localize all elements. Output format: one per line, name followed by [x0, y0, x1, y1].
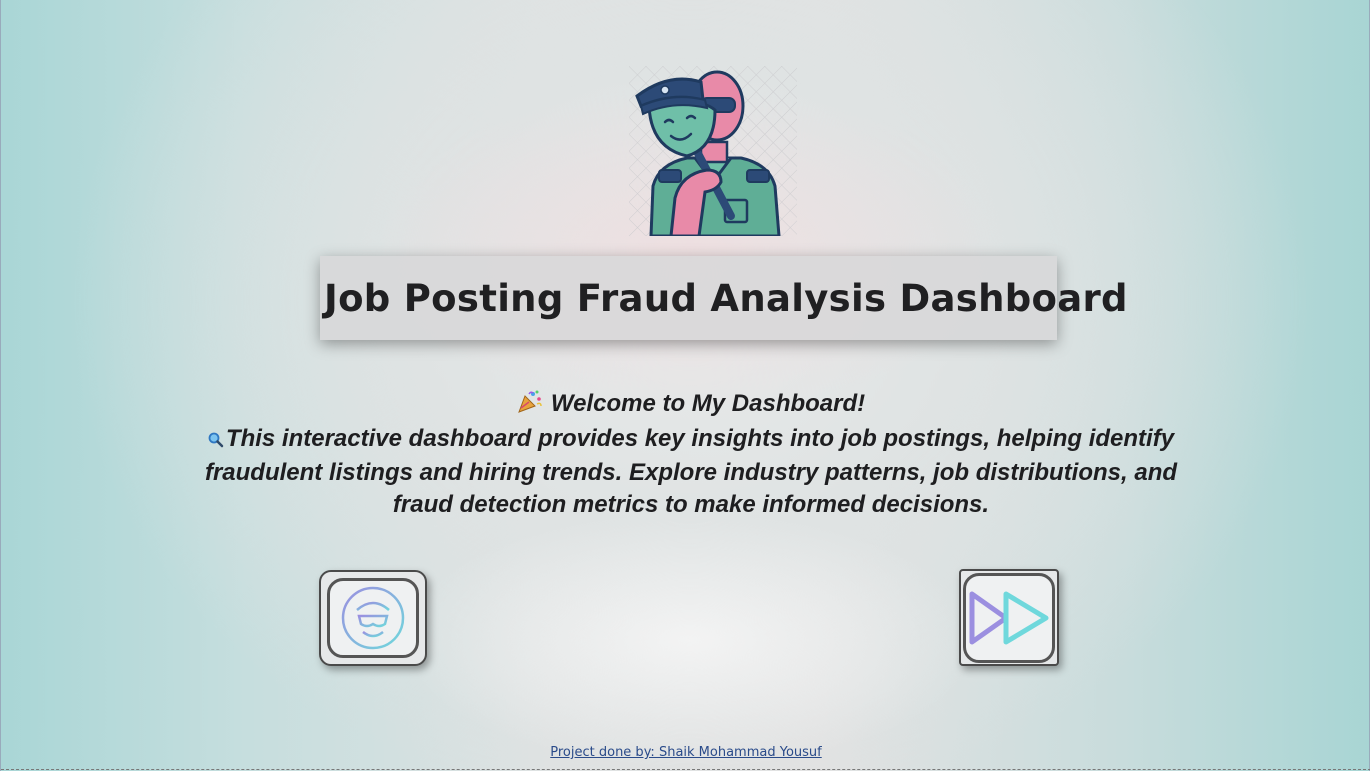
- author-credit-link[interactable]: Project done by: Shaik Mohammad Yousuf: [1, 745, 1370, 760]
- title-banner: Job Posting Fraud Analysis Dashboard: [320, 256, 1128, 340]
- welcome-section: Welcome to My Dashboard! This interactiv…: [201, 388, 1181, 521]
- next-page-button-frame: [963, 572, 1055, 663]
- welcome-heading: Welcome to My Dashboard!: [550, 390, 866, 417]
- fraud-analysis-button-frame: [327, 578, 419, 658]
- fast-forward-icon: [969, 591, 1049, 644]
- welcome-description: This interactive dashboard provides key …: [204, 425, 1178, 518]
- police-mask-icon: [629, 66, 797, 238]
- party-popper-icon: [517, 390, 543, 423]
- page-title: Job Posting Fraud Analysis Dashboard: [324, 276, 1128, 320]
- magnifier-icon: [208, 425, 224, 457]
- welcome-heading-line: Welcome to My Dashboard!: [201, 388, 1181, 423]
- fraudster-target-icon: [339, 584, 407, 652]
- fraud-analysis-button[interactable]: [319, 570, 427, 666]
- hero-illustration: [629, 66, 797, 238]
- bottom-divider: [1, 769, 1370, 770]
- next-page-button[interactable]: [959, 569, 1059, 666]
